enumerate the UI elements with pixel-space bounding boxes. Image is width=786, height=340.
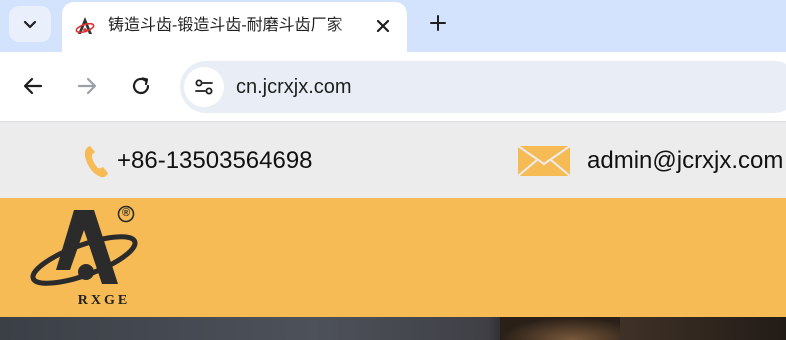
reload-icon (132, 77, 150, 95)
email-address[interactable]: admin@jcrxjx.com (587, 147, 783, 175)
site-favicon (75, 17, 95, 34)
tab-close-button[interactable] (370, 13, 396, 39)
plus-icon (430, 15, 446, 31)
url-text[interactable]: cn.jcrxjx.com (236, 76, 352, 98)
phone-icon (84, 146, 108, 178)
new-tab-button[interactable] (424, 9, 452, 37)
hero-banner-image (0, 317, 786, 340)
arrow-right-icon (77, 77, 97, 95)
tab-search-button[interactable] (9, 6, 51, 42)
tune-icon (195, 79, 213, 95)
browser-toolbar: cn.jcrxjx.com (0, 52, 786, 122)
back-button[interactable] (19, 72, 47, 100)
arrow-left-icon (23, 77, 43, 95)
site-header: ® RXGE (0, 198, 786, 317)
reload-button[interactable] (127, 72, 155, 100)
company-logo[interactable]: ® RXGE (26, 204, 142, 310)
contact-bar: +86-13503564698 admin@jcrxjx.com (0, 122, 786, 198)
tab-strip: 铸造斗齿-锻造斗齿-耐磨斗齿厂家 (0, 0, 786, 52)
site-info-button[interactable] (184, 67, 224, 107)
hero-photo-detail (500, 317, 620, 340)
address-bar[interactable]: cn.jcrxjx.com (180, 61, 786, 113)
tab-title: 铸造斗齿-锻造斗齿-耐磨斗齿厂家 (108, 17, 343, 34)
chevron-down-icon (23, 20, 37, 29)
close-icon (376, 19, 390, 33)
logo-text: RXGE (77, 293, 131, 308)
phone-number[interactable]: +86-13503564698 (117, 147, 313, 175)
active-tab[interactable]: 铸造斗齿-锻造斗齿-耐磨斗齿厂家 (62, 2, 407, 52)
forward-button[interactable] (73, 72, 101, 100)
envelope-icon (517, 145, 571, 177)
registered-mark: ® (121, 207, 131, 219)
